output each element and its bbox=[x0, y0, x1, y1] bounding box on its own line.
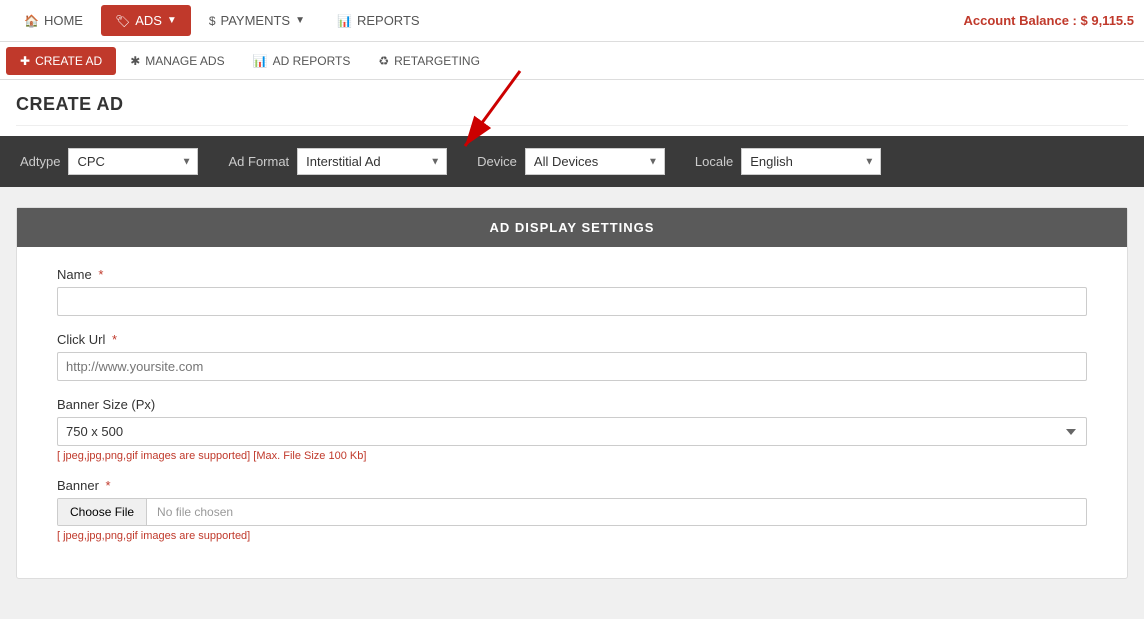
bannersize-label: Banner Size (Px) bbox=[57, 397, 1087, 412]
file-name-display: No file chosen bbox=[147, 499, 1086, 525]
name-label: Name * bbox=[57, 267, 1087, 282]
nav-payments-label: PAYMENTS bbox=[221, 13, 291, 28]
banner-form-group: Banner * Choose File No file chosen [ jp… bbox=[57, 478, 1087, 542]
bannersize-select[interactable]: 750 x 500 300 x 250 728 x 90 320 x 50 bbox=[57, 417, 1087, 446]
create-ad-icon: ✚ bbox=[20, 54, 30, 68]
filter-bar: Adtype CPC CPM CPA Ad Format Interstitia… bbox=[0, 136, 1144, 187]
form-body: Name * Click Url * Banner Size (Px) 750 … bbox=[17, 267, 1127, 542]
subnav-retargeting-label: RETARGETING bbox=[394, 54, 480, 68]
nav-reports[interactable]: 📊 REPORTS bbox=[323, 5, 434, 36]
device-label: Device bbox=[477, 154, 517, 169]
locale-select[interactable]: English Spanish French German bbox=[741, 148, 881, 175]
clickurl-label: Click Url * bbox=[57, 332, 1087, 347]
image-hint: [ jpeg,jpg,png,gif images are supported]… bbox=[57, 450, 1087, 462]
subnav-create-ad[interactable]: ✚ CREATE AD bbox=[6, 47, 116, 75]
nav-ads-label: ADS bbox=[135, 13, 162, 28]
adformat-select-wrapper: Interstitial Ad Banner Ad Native Ad bbox=[297, 148, 447, 175]
filter-bar-container: Adtype CPC CPM CPA Ad Format Interstitia… bbox=[0, 136, 1144, 187]
account-balance: Account Balance : $ 9,115.5 bbox=[963, 13, 1134, 28]
nav-items: 🏠 HOME 🏷 ADS ▼ $ PAYMENTS ▼ 📊 REPORTS bbox=[10, 5, 963, 36]
banner-label: Banner * bbox=[57, 478, 1087, 493]
adtype-filter-group: Adtype CPC CPM CPA bbox=[20, 148, 198, 175]
sub-navigation: ✚ CREATE AD ✱ MANAGE ADS 📊 AD REPORTS ♻ … bbox=[0, 42, 1144, 80]
name-required-marker: * bbox=[98, 267, 103, 282]
manage-ads-icon: ✱ bbox=[130, 54, 140, 68]
payments-icon: $ bbox=[209, 14, 216, 28]
device-select[interactable]: All Devices Desktop Mobile Tablet bbox=[525, 148, 665, 175]
bannersize-form-group: Banner Size (Px) 750 x 500 300 x 250 728… bbox=[57, 397, 1087, 462]
banner-required-marker: * bbox=[106, 478, 111, 493]
page-title: CREATE AD bbox=[16, 94, 1128, 115]
name-form-group: Name * bbox=[57, 267, 1087, 316]
adtype-select-wrapper: CPC CPM CPA bbox=[68, 148, 198, 175]
subnav-ad-reports-label: AD REPORTS bbox=[273, 54, 351, 68]
subnav-retargeting[interactable]: ♻ RETARGETING bbox=[364, 47, 494, 75]
home-icon: 🏠 bbox=[24, 14, 39, 28]
nav-ads[interactable]: 🏷 ADS ▼ bbox=[101, 5, 191, 36]
clickurl-form-group: Click Url * bbox=[57, 332, 1087, 381]
adformat-filter-group: Ad Format Interstitial Ad Banner Ad Nati… bbox=[228, 148, 447, 175]
adtype-select[interactable]: CPC CPM CPA bbox=[68, 148, 198, 175]
nav-home[interactable]: 🏠 HOME bbox=[10, 5, 97, 36]
ads-icon: 🏷 bbox=[115, 14, 130, 28]
locale-select-wrapper: English Spanish French German bbox=[741, 148, 881, 175]
ad-display-settings-card: AD DISPLAY SETTINGS Name * Click Url * bbox=[16, 207, 1128, 579]
nav-payments[interactable]: $ PAYMENTS ▼ bbox=[195, 5, 319, 36]
device-filter-group: Device All Devices Desktop Mobile Tablet bbox=[477, 148, 665, 175]
clickurl-input[interactable] bbox=[57, 352, 1087, 381]
adformat-label: Ad Format bbox=[228, 154, 289, 169]
file-input-row: Choose File No file chosen bbox=[57, 498, 1087, 526]
clickurl-required-marker: * bbox=[112, 332, 117, 347]
card-header: AD DISPLAY SETTINGS bbox=[17, 208, 1127, 247]
subnav-ad-reports[interactable]: 📊 AD REPORTS bbox=[239, 47, 365, 75]
device-select-wrapper: All Devices Desktop Mobile Tablet bbox=[525, 148, 665, 175]
reports-icon: 📊 bbox=[337, 14, 352, 28]
subnav-manage-ads-label: MANAGE ADS bbox=[145, 54, 224, 68]
name-input[interactable] bbox=[57, 287, 1087, 316]
adtype-label: Adtype bbox=[20, 154, 60, 169]
subnav-manage-ads[interactable]: ✱ MANAGE ADS bbox=[116, 47, 238, 75]
nav-reports-label: REPORTS bbox=[357, 13, 420, 28]
locale-label: Locale bbox=[695, 154, 733, 169]
payments-dropdown-icon: ▼ bbox=[295, 15, 305, 26]
retargeting-icon: ♻ bbox=[378, 54, 389, 68]
main-content: AD DISPLAY SETTINGS Name * Click Url * bbox=[0, 187, 1144, 599]
choose-file-button[interactable]: Choose File bbox=[58, 499, 147, 525]
locale-filter-group: Locale English Spanish French German bbox=[695, 148, 881, 175]
top-navigation: 🏠 HOME 🏷 ADS ▼ $ PAYMENTS ▼ 📊 REPORTS Ac… bbox=[0, 0, 1144, 42]
page-title-bar: CREATE AD bbox=[0, 80, 1144, 136]
subnav-create-ad-label: CREATE AD bbox=[35, 54, 102, 68]
adformat-select[interactable]: Interstitial Ad Banner Ad Native Ad bbox=[297, 148, 447, 175]
ad-reports-icon: 📊 bbox=[253, 54, 268, 68]
title-divider bbox=[16, 125, 1128, 126]
ads-dropdown-icon: ▼ bbox=[167, 15, 177, 26]
nav-home-label: HOME bbox=[44, 13, 83, 28]
banner-hint: [ jpeg,jpg,png,gif images are supported] bbox=[57, 530, 1087, 542]
